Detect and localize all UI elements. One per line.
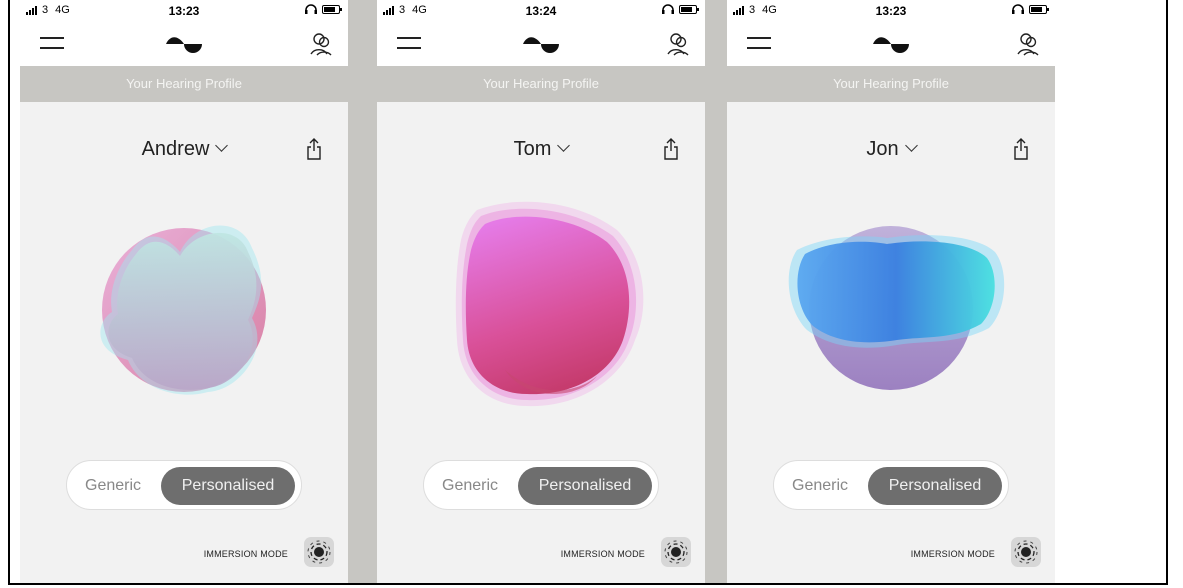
battery-icon (1029, 4, 1049, 14)
phone-screen-2: 3 4G 13:24 Your Hearing Profile Tom Gene… (377, 0, 705, 583)
headphones-icon (1012, 4, 1024, 14)
mode-toggle: Generic Personalised (66, 460, 302, 510)
generic-option[interactable]: Generic (792, 461, 848, 511)
chevron-down-icon (215, 139, 229, 152)
clock: 13:23 (875, 4, 907, 18)
phone-screen-3: 3 4G 13:23 Your Hearing Profile Jon Gene… (727, 0, 1055, 583)
brand-logo (166, 37, 202, 53)
immersion-mode-icon (307, 540, 331, 564)
personalised-option[interactable]: Personalised (868, 467, 1002, 505)
immersion-mode-label: IMMERSION MODE (560, 549, 645, 559)
immersion-mode-label: IMMERSION MODE (203, 549, 288, 559)
chevron-down-icon (557, 139, 571, 152)
divider-1 (348, 0, 377, 583)
personalised-option[interactable]: Personalised (161, 467, 295, 505)
brand-logo (523, 37, 559, 53)
battery-icon (322, 4, 342, 14)
mode-toggle: Generic Personalised (423, 460, 659, 510)
clock: 13:24 (525, 4, 557, 18)
status-bar: 3 4G 13:23 (20, 0, 348, 22)
profile-name: Jon (866, 138, 899, 160)
immersion-mode-icon (1014, 540, 1038, 564)
user-profiles-icon[interactable] (310, 32, 332, 56)
headphones-icon (305, 4, 317, 14)
hearing-profile-banner: Your Hearing Profile (20, 66, 348, 102)
headphones-icon (662, 4, 674, 14)
divider-2 (705, 0, 727, 583)
hearing-profile-visual (100, 225, 266, 395)
hearing-profile-banner: Your Hearing Profile (377, 66, 705, 102)
hearing-profile-banner: Your Hearing Profile (727, 66, 1055, 102)
personalised-option[interactable]: Personalised (518, 467, 652, 505)
profile-name: Tom (513, 138, 552, 160)
status-bar: 3 4G 13:23 (727, 0, 1055, 22)
top-nav (377, 22, 705, 66)
generic-option[interactable]: Generic (442, 461, 498, 511)
hearing-profile-visual (455, 201, 644, 407)
share-icon[interactable] (1013, 138, 1029, 160)
profile-name: Andrew (141, 138, 210, 160)
profile-selector[interactable]: Jon (727, 138, 1055, 161)
hamburger-menu-icon[interactable] (747, 37, 771, 49)
immersion-mode-icon (664, 540, 688, 564)
top-nav (727, 22, 1055, 66)
user-profiles-icon[interactable] (1017, 32, 1039, 56)
top-nav (20, 22, 348, 66)
hamburger-menu-icon[interactable] (397, 37, 421, 49)
immersion-mode-button[interactable] (304, 537, 334, 567)
phone-screen-1: 3 4G 13:23 Your Hearing Profile Andrew G… (20, 0, 348, 583)
share-icon[interactable] (306, 138, 322, 160)
hearing-profile-visual (788, 226, 1005, 390)
immersion-mode-button[interactable] (1011, 537, 1041, 567)
generic-option[interactable]: Generic (85, 461, 141, 511)
brand-logo (873, 37, 909, 53)
profile-selector[interactable]: Andrew (20, 138, 348, 161)
status-bar: 3 4G 13:24 (377, 0, 705, 22)
share-icon[interactable] (663, 138, 679, 160)
profile-selector[interactable]: Tom (377, 138, 705, 161)
immersion-mode-label: IMMERSION MODE (910, 549, 995, 559)
immersion-mode-button[interactable] (661, 537, 691, 567)
hamburger-menu-icon[interactable] (40, 37, 64, 49)
battery-icon (679, 4, 699, 14)
clock: 13:23 (168, 4, 200, 18)
user-profiles-icon[interactable] (667, 32, 689, 56)
chevron-down-icon (904, 139, 918, 152)
mode-toggle: Generic Personalised (773, 460, 1009, 510)
